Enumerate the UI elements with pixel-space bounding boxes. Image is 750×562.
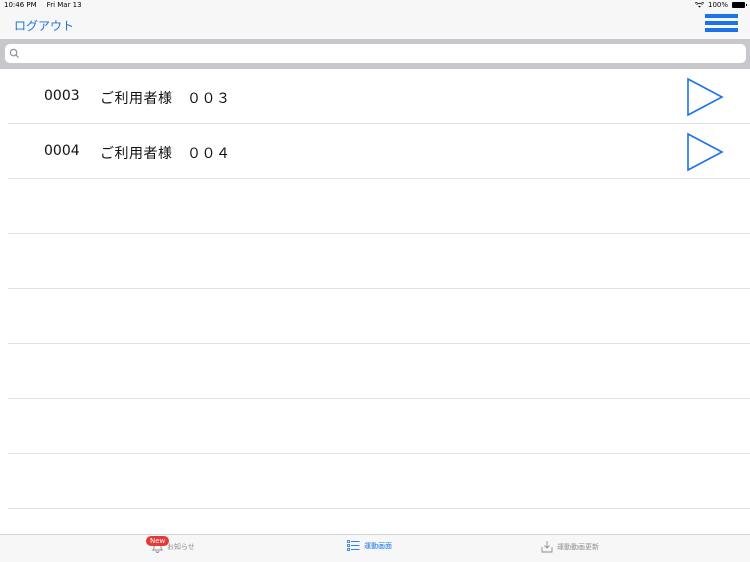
hamburger-menu-icon[interactable] — [705, 14, 738, 36]
user-list: 0003 ご利用者様 ００３ 0004 ご利用者様 ００４ — [0, 69, 750, 534]
play-icon[interactable] — [686, 132, 724, 172]
status-bar: 10:46 PM Fri Mar 13 100% — [0, 0, 750, 11]
user-name: ご利用者様 ００３ — [100, 91, 231, 107]
tab-bar: お知らせ 運動画面 運動動画更新 — [0, 534, 750, 562]
empty-row — [8, 344, 750, 399]
user-code: 0004 — [44, 143, 80, 159]
list-item[interactable]: 0003 ご利用者様 ００３ — [8, 69, 750, 124]
list-icon — [347, 540, 360, 551]
tab-update-label: 運動動画更新 — [557, 542, 599, 551]
logout-button[interactable]: ログアウト — [14, 17, 74, 34]
new-badge: New — [146, 536, 170, 546]
empty-row — [8, 454, 750, 509]
status-date: Fri Mar 13 — [46, 1, 82, 9]
tab-news-label: お知らせ — [167, 542, 195, 551]
tab-exercise[interactable]: 運動画面 — [347, 540, 392, 551]
empty-row — [8, 399, 750, 454]
battery-icon — [732, 2, 747, 8]
empty-row — [8, 179, 750, 234]
tab-exercise-label: 運動画面 — [364, 541, 392, 550]
battery-percent: 100% — [707, 1, 728, 9]
status-time: 10:46 PM — [4, 1, 37, 9]
empty-row — [8, 289, 750, 344]
download-icon — [541, 541, 553, 553]
nav-bar: ログアウト — [0, 11, 750, 39]
empty-row — [8, 234, 750, 289]
search-icon — [9, 48, 20, 59]
wifi-icon — [694, 2, 704, 8]
user-name: ご利用者様 ００４ — [100, 146, 231, 162]
search-input[interactable] — [5, 44, 746, 63]
tab-video-update[interactable]: 運動動画更新 — [541, 540, 599, 553]
play-icon[interactable] — [686, 77, 724, 117]
search-bar-container — [0, 39, 750, 69]
user-code: 0003 — [44, 88, 80, 104]
list-item[interactable]: 0004 ご利用者様 ００４ — [8, 124, 750, 179]
